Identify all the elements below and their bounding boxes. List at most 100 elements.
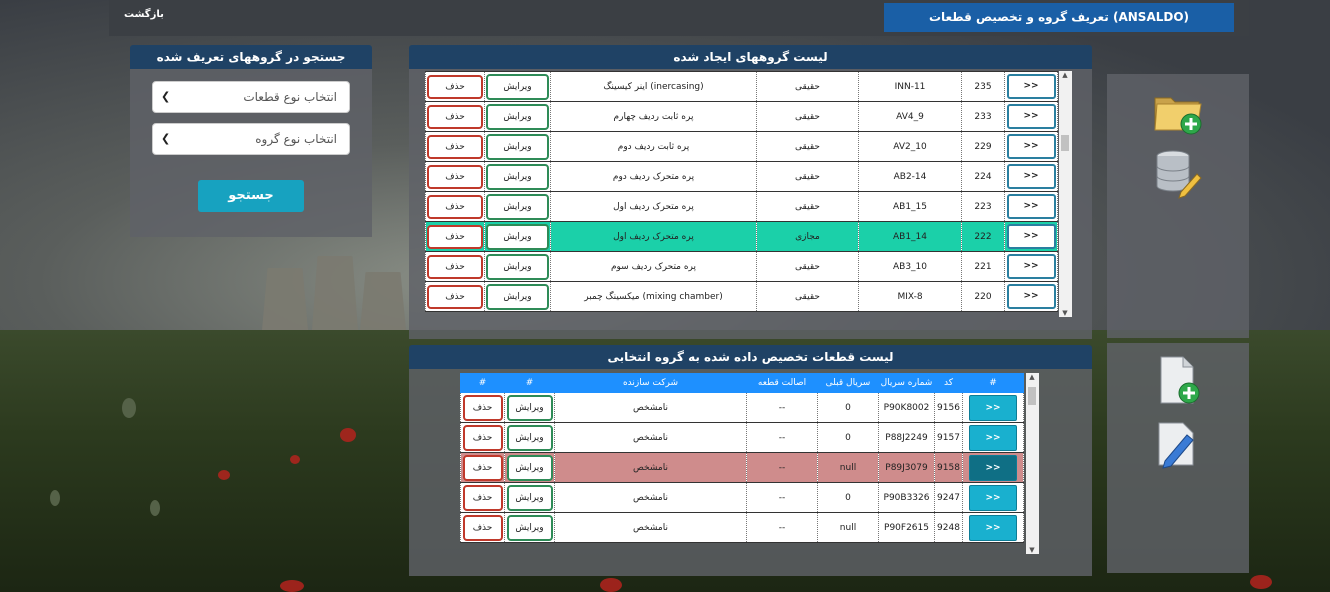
delete-button[interactable]: حذف: [427, 164, 483, 189]
part-code: 9156: [934, 392, 963, 423]
table-row[interactable]: حذف ویرایش نامشخص -- 0 P90B3326 9247 >>: [460, 482, 1024, 513]
delete-button[interactable]: حذف: [427, 104, 483, 129]
group-type: حقیقی: [756, 71, 859, 102]
delete-button[interactable]: حذف: [427, 74, 483, 99]
col-header-maker: شرکت سازنده: [554, 373, 747, 393]
edit-button[interactable]: ویرایش: [506, 394, 553, 421]
select-group-button[interactable]: >>: [1006, 254, 1056, 279]
table-row[interactable]: حذف ویرایش پره متحرک ردیف اول حقیقی AB1_15 22…: [425, 191, 1058, 222]
delete-button[interactable]: حذف: [427, 134, 483, 159]
table-row[interactable]: حذف ویرایش پره ثابت ردیف چهارم حقیقی AV4_9 23…: [425, 101, 1058, 132]
group-code: AB1_14: [858, 221, 962, 252]
group-code: AB3_10: [858, 251, 962, 282]
part-serial: P90B3326: [878, 482, 935, 513]
delete-button[interactable]: حذف: [462, 424, 503, 451]
table-row[interactable]: حذف ویرایش پره ثابت ردیف دوم حقیقی AV2_10 229…: [425, 131, 1058, 162]
edit-button[interactable]: ویرایش: [486, 253, 549, 280]
table-row[interactable]: حذف ویرایش نامشخص -- 0 P88J2249 9157 >>: [460, 422, 1024, 453]
delete-button[interactable]: حذف: [427, 254, 483, 279]
col-header-origin: اصالت قطعه: [746, 373, 818, 393]
part-origin: --: [746, 392, 818, 423]
table-row[interactable]: حذف ویرایش اینر کیسینگ (inercasing) حقیقی IN…: [425, 71, 1058, 102]
edit-button[interactable]: ویرایش: [486, 193, 549, 220]
select-part-button[interactable]: >>: [969, 454, 1017, 481]
group-type: حقیقی: [756, 251, 859, 282]
group-actions-panel: [1107, 74, 1249, 338]
edit-button[interactable]: ویرایش: [506, 514, 553, 541]
delete-button[interactable]: حذف: [427, 284, 483, 309]
part-origin: --: [746, 482, 818, 513]
delete-button[interactable]: حذف: [462, 484, 503, 511]
select-part-button[interactable]: >>: [969, 424, 1017, 451]
folder-add-icon[interactable]: [1151, 84, 1205, 138]
part-prev-serial: 0: [817, 422, 879, 453]
edit-button[interactable]: ویرایش: [486, 133, 549, 160]
edit-button[interactable]: ویرایش: [486, 163, 549, 190]
part-prev-serial: null: [817, 452, 879, 483]
part-serial: P89J3079: [878, 452, 935, 483]
group-type: حقیقی: [756, 161, 859, 192]
delete-button[interactable]: حذف: [462, 514, 503, 541]
edit-button[interactable]: ویرایش: [486, 73, 549, 100]
group-name: میکسینگ چمبر (mixing chamber): [550, 281, 757, 312]
group-name: پره متحرک ردیف دوم: [550, 161, 757, 192]
select-group-button[interactable]: >>: [1006, 164, 1056, 189]
edit-button[interactable]: ویرایش: [506, 424, 553, 451]
delete-button[interactable]: حذف: [427, 194, 483, 219]
edit-button[interactable]: ویرایش: [486, 223, 549, 250]
group-type-select[interactable]: انتخاب نوع گروه ❯: [152, 123, 350, 155]
part-maker: نامشخص: [554, 512, 747, 543]
part-prev-serial: 0: [817, 392, 879, 423]
group-name: پره ثابت ردیف دوم: [550, 131, 757, 162]
select-group-button[interactable]: >>: [1006, 134, 1056, 159]
select-group-button[interactable]: >>: [1006, 194, 1056, 219]
search-button[interactable]: جستجو: [198, 180, 304, 212]
table-row[interactable]: حذف ویرایش پره متحرک ردیف اول مجازی AB1_14 22…: [425, 221, 1058, 252]
group-code: INN-11: [858, 71, 962, 102]
select-group-button[interactable]: >>: [1006, 74, 1056, 99]
delete-button[interactable]: حذف: [427, 224, 483, 249]
select-part-button[interactable]: >>: [969, 484, 1017, 511]
edit-button[interactable]: ویرایش: [506, 484, 553, 511]
group-name: پره متحرک ردیف سوم: [550, 251, 757, 282]
delete-button[interactable]: حذف: [462, 394, 503, 421]
col-header-hash: #: [962, 373, 1024, 393]
document-edit-icon[interactable]: [1151, 417, 1205, 471]
table-row[interactable]: حذف ویرایش میکسینگ چمبر (mixing chamber) حق…: [425, 281, 1058, 312]
parts-panel-title: لیست قطعات تخصیص داده شده به گروه انتخاب…: [409, 345, 1092, 369]
edit-button[interactable]: ویرایش: [486, 283, 549, 310]
group-type: حقیقی: [756, 191, 859, 222]
group-id: 224: [961, 161, 1005, 192]
parts-scrollbar[interactable]: ▲ ▼: [1026, 373, 1039, 554]
search-panel-title: جستجو در گروههای تعریف شده: [130, 45, 372, 69]
table-row[interactable]: حذف ویرایش پره متحرک ردیف سوم حقیقی AB3_10 22…: [425, 251, 1058, 282]
part-prev-serial: null: [817, 512, 879, 543]
table-row[interactable]: حذف ویرایش پره متحرک ردیف دوم حقیقی AB2-14 22…: [425, 161, 1058, 192]
group-code: AB1_15: [858, 191, 962, 222]
part-serial: P88J2249: [878, 422, 935, 453]
group-name: پره ثابت ردیف چهارم: [550, 101, 757, 132]
group-type: مجازی: [756, 221, 859, 252]
table-row[interactable]: حذف ویرایش نامشخص -- null P89J3079 9158 >>: [460, 452, 1024, 483]
select-group-button[interactable]: >>: [1006, 224, 1056, 249]
group-code: AB2-14: [858, 161, 962, 192]
select-group-button[interactable]: >>: [1006, 104, 1056, 129]
delete-button[interactable]: حذف: [462, 454, 503, 481]
parts-panel: لیست قطعات تخصیص داده شده به گروه انتخاب…: [409, 345, 1092, 576]
part-actions-panel: [1107, 343, 1249, 573]
part-type-select[interactable]: انتخاب نوع قطعات ❯: [152, 81, 350, 113]
back-link[interactable]: بازگشت: [124, 9, 164, 20]
groups-scrollbar[interactable]: ▲ ▼: [1059, 71, 1072, 317]
select-part-button[interactable]: >>: [969, 514, 1017, 541]
select-part-button[interactable]: >>: [969, 394, 1017, 421]
table-row[interactable]: حذف ویرایش نامشخص -- null P90F2615 9248 >>: [460, 512, 1024, 543]
select-group-button[interactable]: >>: [1006, 284, 1056, 309]
edit-button[interactable]: ویرایش: [506, 454, 553, 481]
group-type-select-label: انتخاب نوع گروه: [255, 132, 337, 146]
part-code: 9247: [934, 482, 963, 513]
database-edit-icon[interactable]: [1151, 146, 1205, 200]
document-add-icon[interactable]: [1151, 353, 1205, 407]
table-row[interactable]: حذف ویرایش نامشخص -- 0 P90K8002 9156 >>: [460, 392, 1024, 423]
edit-button[interactable]: ویرایش: [486, 103, 549, 130]
group-id: 222: [961, 221, 1005, 252]
